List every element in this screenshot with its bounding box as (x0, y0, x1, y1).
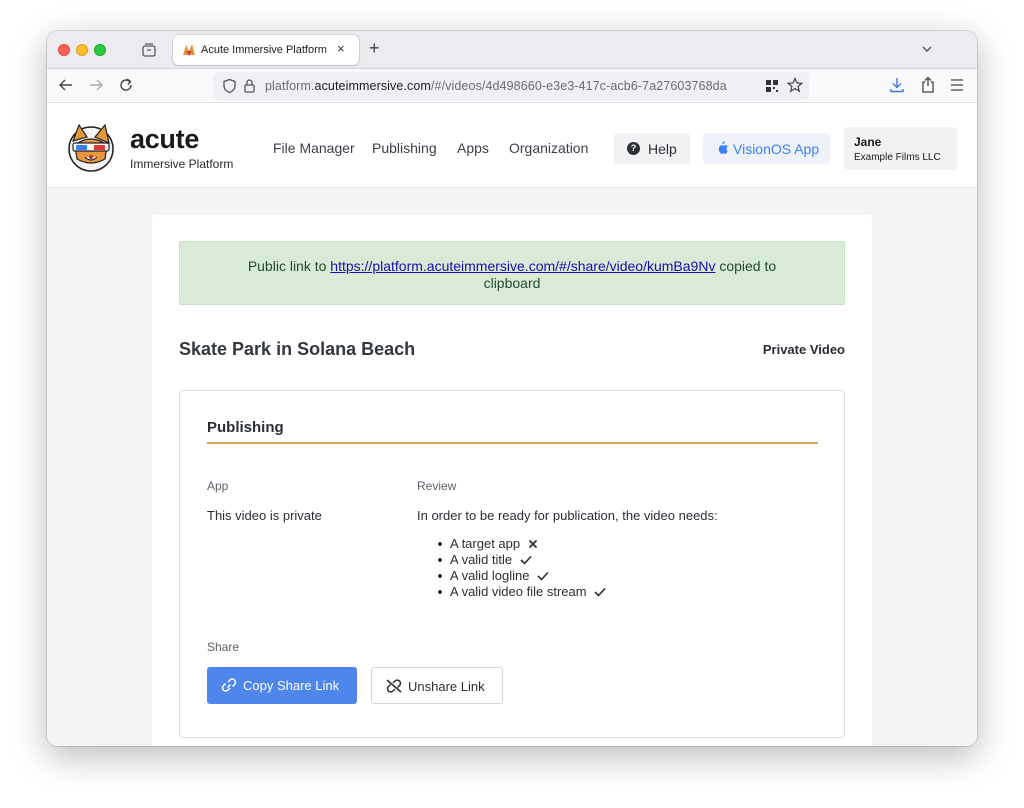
requirement-label: A valid logline (450, 568, 530, 583)
review-column-label: Review (417, 479, 457, 493)
checkmark-icon (520, 555, 532, 565)
heading-divider (207, 442, 818, 444)
link-slash-icon (386, 679, 402, 693)
copy-share-link-button[interactable]: Copy Share Link (207, 667, 357, 704)
video-title: Skate Park in Solana Beach (179, 339, 416, 359)
minimize-window-button[interactable] (76, 44, 88, 56)
page-content: acute Immersive Platform File Manager Pu… (47, 103, 977, 746)
tab-overview-icon[interactable] (141, 42, 157, 58)
publishing-heading: Publishing (207, 419, 284, 436)
lock-icon[interactable] (243, 78, 256, 94)
close-window-button[interactable] (58, 44, 70, 56)
help-label: Help (648, 141, 677, 157)
app-status: This video is private (207, 508, 322, 523)
share-url-link[interactable]: https://platform.acuteimmersive.com/#/sh… (330, 258, 715, 274)
app-column-label: App (207, 479, 229, 493)
user-menu[interactable]: Jane Example Films LLC (844, 127, 957, 170)
requirement-label: A valid video file stream (450, 584, 587, 599)
new-tab-button[interactable]: + (369, 38, 380, 59)
unshare-link-button[interactable]: Unshare Link (371, 667, 503, 704)
nav-publishing[interactable]: Publishing (372, 140, 437, 156)
requirement-label: A valid title (450, 552, 513, 567)
tab-title: Acute Immersive Platform (201, 44, 327, 56)
video-card: Public link to https://platform.acuteimm… (152, 215, 872, 746)
question-circle-icon: ? (627, 142, 640, 155)
brand-name[interactable]: acute (130, 124, 199, 154)
x-mark-icon (528, 539, 537, 549)
browser-window: Acute Immersive Platform × + platform.ac… (47, 31, 977, 746)
share-icon[interactable] (920, 76, 936, 94)
review-description: In order to be ready for publication, th… (417, 508, 718, 523)
requirements-list: A target app A valid title A valid logli… (438, 536, 606, 600)
success-alert: Public link to https://platform.acuteimm… (179, 241, 845, 305)
list-item: A valid title (438, 552, 606, 568)
acute-favicon-icon (183, 44, 195, 56)
url-text[interactable]: platform.acuteimmersive.com/#/videos/4d4… (265, 79, 727, 93)
site-header: acute Immersive Platform File Manager Pu… (47, 103, 977, 188)
visionos-app-button[interactable]: VisionOS App (703, 133, 830, 164)
forward-arrow-icon[interactable] (88, 77, 104, 93)
zoom-window-button[interactable] (94, 44, 106, 56)
bookmark-star-icon[interactable] (787, 77, 803, 93)
help-button[interactable]: ? Help (614, 133, 690, 164)
brand-subtitle: Immersive Platform (130, 157, 234, 171)
visibility-status: Private Video (762, 342, 845, 357)
apple-icon (718, 141, 728, 154)
nav-organization[interactable]: Organization (509, 140, 588, 156)
acute-fox-logo[interactable] (65, 121, 117, 173)
chevron-down-icon[interactable] (920, 42, 934, 56)
requirement-label: A target app (450, 536, 521, 551)
tab-bar: Acute Immersive Platform × + (47, 31, 977, 69)
qr-code-icon[interactable] (765, 79, 779, 93)
user-name: Jane (854, 135, 882, 149)
checkmark-icon (594, 587, 606, 597)
shield-icon[interactable] (222, 78, 237, 94)
nav-apps[interactable]: Apps (457, 140, 489, 156)
user-organization: Example Films LLC (854, 152, 941, 163)
hamburger-menu-icon[interactable] (950, 76, 964, 94)
alert-prefix: Public link to (247, 258, 331, 274)
share-section-label: Share (207, 640, 240, 654)
link-icon (221, 678, 237, 692)
nav-file-manager[interactable]: File Manager (273, 140, 355, 156)
publishing-panel: Publishing App Review This video is priv… (179, 390, 845, 738)
list-item: A valid video file stream (438, 584, 606, 600)
checkmark-icon (537, 571, 549, 581)
unshare-link-label: Unshare Link (408, 679, 485, 694)
reload-icon[interactable] (118, 77, 134, 93)
active-tab[interactable]: Acute Immersive Platform × (173, 35, 359, 65)
address-bar[interactable]: platform.acuteimmersive.com/#/videos/4d4… (213, 72, 809, 100)
back-arrow-icon[interactable] (58, 77, 74, 93)
list-item: A valid logline (438, 568, 606, 584)
visionos-label: VisionOS App (733, 141, 820, 157)
download-icon[interactable] (889, 76, 905, 94)
tab-close-icon[interactable]: × (337, 41, 345, 56)
browser-toolbar: platform.acuteimmersive.com/#/videos/4d4… (47, 69, 977, 103)
copy-share-link-label: Copy Share Link (243, 678, 340, 693)
list-item: A target app (438, 536, 606, 552)
